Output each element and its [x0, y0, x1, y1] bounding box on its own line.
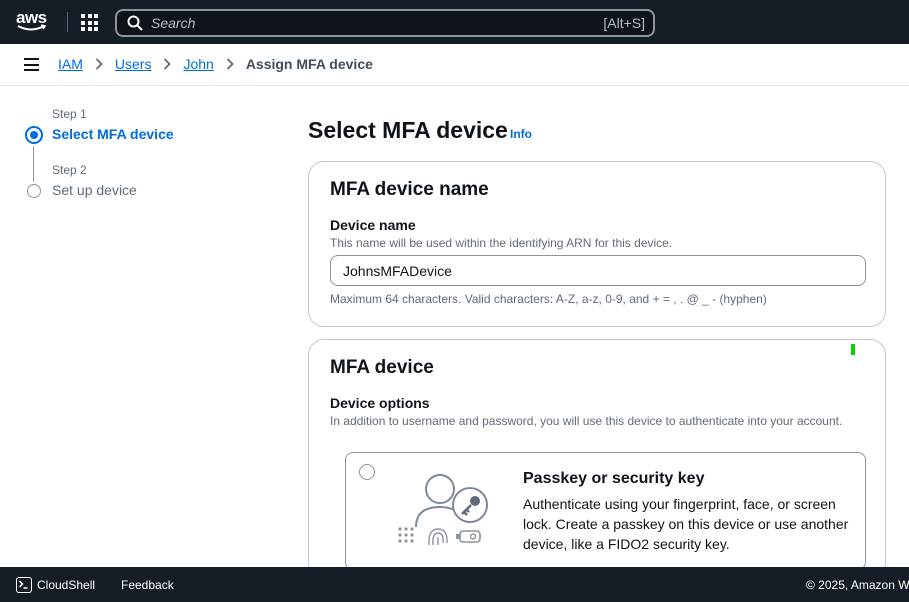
passkey-illustration-icon	[398, 474, 488, 546]
option-description: Authenticate using your fingerprint, fac…	[523, 496, 849, 552]
breadcrumb-users[interactable]: Users	[115, 56, 152, 72]
step-1-label: Step 1	[52, 107, 87, 121]
option-passkey-security-key[interactable]: Passkey or security key Authenticate usi…	[345, 452, 866, 570]
step-connector	[33, 146, 34, 182]
feedback-link[interactable]: Feedback	[121, 578, 174, 592]
copyright-text: © 2025, Amazon W	[806, 578, 909, 592]
breadcrumb: IAM Users John Assign MFA device	[58, 56, 373, 72]
menu-icon[interactable]	[24, 58, 39, 71]
device-name-label: Device name	[330, 217, 416, 233]
status-marker	[851, 344, 855, 355]
search-icon	[127, 15, 143, 31]
step-2-indicator-icon	[27, 184, 41, 198]
chevron-right-icon	[226, 58, 234, 70]
step-2-label: Step 2	[52, 163, 87, 177]
page-title: Select MFA device	[308, 117, 508, 143]
search-box[interactable]: [Alt+S]	[115, 9, 655, 37]
device-name-constraint: Maximum 64 characters. Valid characters:…	[330, 292, 767, 306]
footer: CloudShell Feedback © 2025, Amazon W	[0, 567, 909, 602]
option-radio[interactable]	[359, 464, 375, 480]
device-options-label: Device options	[330, 395, 430, 411]
device-options-description: In addition to username and password, yo…	[330, 414, 843, 428]
card-heading: MFA device	[330, 357, 434, 378]
search-shortcut: [Alt+S]	[603, 15, 645, 31]
breadcrumb-bar: IAM Users John Assign MFA device	[0, 44, 909, 86]
mfa-device-card: MFA device Device options In addition to…	[308, 339, 886, 579]
mfa-device-name-card: MFA device name Device name This name wi…	[308, 161, 886, 327]
option-title: Passkey or security key	[523, 470, 705, 487]
breadcrumb-john[interactable]: John	[183, 56, 213, 72]
step-1-indicator-icon	[25, 126, 43, 144]
cloudshell-link[interactable]: CloudShell	[37, 578, 95, 592]
step-1-title[interactable]: Select MFA device	[52, 126, 174, 142]
cloudshell-icon[interactable]	[16, 577, 32, 593]
aws-logo[interactable]: aws	[16, 9, 50, 35]
card-heading: MFA device name	[330, 179, 489, 200]
services-grid-icon[interactable]	[81, 14, 98, 31]
aws-smile-icon	[17, 24, 47, 31]
chevron-right-icon	[95, 58, 103, 70]
step-2-title: Set up device	[52, 182, 137, 198]
top-navigation: aws [Alt+S]	[0, 0, 909, 44]
device-name-description: This name will be used within the identi…	[330, 236, 673, 250]
info-link[interactable]: Info	[510, 127, 532, 141]
breadcrumb-current: Assign MFA device	[245, 56, 373, 72]
chevron-right-icon	[163, 58, 172, 70]
nav-divider	[67, 12, 68, 32]
breadcrumb-iam[interactable]: IAM	[58, 56, 83, 72]
device-name-input[interactable]	[330, 255, 866, 286]
search-input[interactable]	[151, 15, 571, 31]
